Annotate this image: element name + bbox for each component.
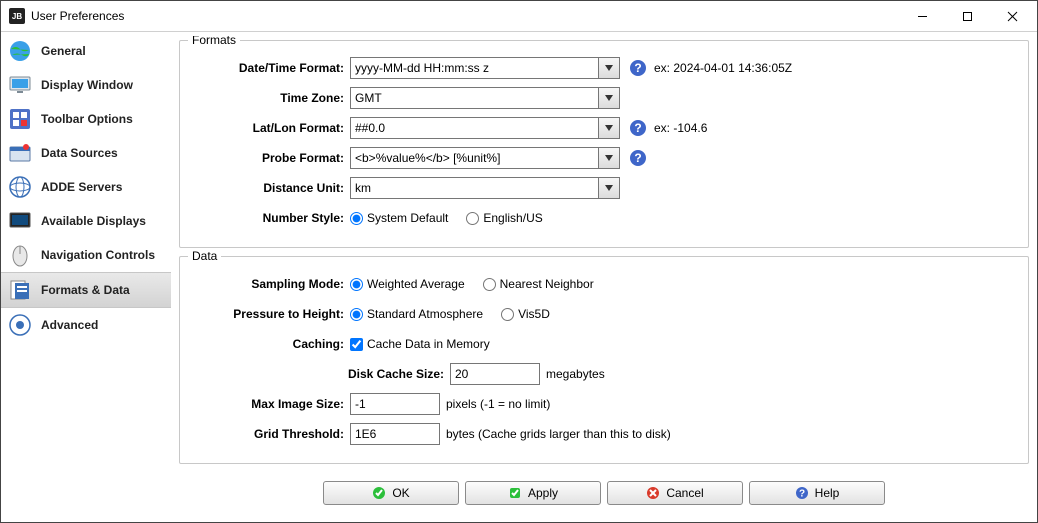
cache-data-checkbox[interactable]: Cache Data in Memory bbox=[350, 337, 490, 351]
pressure-standard-atmosphere[interactable]: Standard Atmosphere bbox=[350, 307, 483, 321]
probe-format-label: Probe Format: bbox=[194, 151, 350, 165]
sidebar-item-label: Toolbar Options bbox=[41, 112, 133, 126]
ok-button[interactable]: OK bbox=[323, 481, 459, 505]
dropdown-button[interactable] bbox=[598, 87, 620, 109]
formats-group: Formats Date/Time Format: ? ex: 2024-04-… bbox=[179, 40, 1029, 248]
database-icon bbox=[7, 140, 33, 166]
dropdown-button[interactable] bbox=[598, 147, 620, 169]
number-style-label: Number Style: bbox=[194, 211, 350, 225]
formats-icon bbox=[7, 277, 33, 303]
max-image-size-suffix: pixels (-1 = no limit) bbox=[446, 397, 550, 411]
example-prefix: ex: bbox=[654, 121, 670, 135]
latlon-format-label: Lat/Lon Format: bbox=[194, 121, 350, 135]
timezone-input[interactable] bbox=[350, 87, 598, 109]
sidebar-item-label: Display Window bbox=[41, 78, 133, 92]
datetime-example: 2024-04-01 14:36:05Z bbox=[673, 61, 792, 75]
data-legend: Data bbox=[188, 249, 221, 263]
max-image-size-label: Max Image Size: bbox=[194, 397, 350, 411]
distance-unit-input[interactable] bbox=[350, 177, 598, 199]
formats-legend: Formats bbox=[188, 36, 240, 47]
datetime-format-label: Date/Time Format: bbox=[194, 61, 350, 75]
sidebar-item-label: Advanced bbox=[41, 318, 98, 332]
sidebar-item-label: General bbox=[41, 44, 86, 58]
distance-unit-combo[interactable] bbox=[350, 177, 620, 199]
dropdown-button[interactable] bbox=[598, 117, 620, 139]
minimize-button[interactable] bbox=[900, 2, 945, 30]
help-icon[interactable]: ? bbox=[628, 58, 648, 78]
distance-unit-label: Distance Unit: bbox=[194, 181, 350, 195]
sidebar: General Display Window Toolbar Options D… bbox=[1, 32, 171, 522]
svg-text:?: ? bbox=[634, 121, 641, 135]
svg-text:?: ? bbox=[799, 489, 805, 500]
pressure-vis5d[interactable]: Vis5D bbox=[501, 307, 550, 321]
help-icon[interactable]: ? bbox=[628, 118, 648, 138]
latlon-format-input[interactable] bbox=[350, 117, 598, 139]
sidebar-item-label: Navigation Controls bbox=[41, 248, 155, 262]
apply-button[interactable]: Apply bbox=[465, 481, 601, 505]
display-icon bbox=[7, 208, 33, 234]
pressure-height-label: Pressure to Height: bbox=[194, 307, 350, 321]
globe-wire-icon bbox=[7, 174, 33, 200]
sidebar-item-available-displays[interactable]: Available Displays bbox=[1, 204, 171, 238]
sidebar-item-label: Data Sources bbox=[41, 146, 118, 160]
datetime-format-combo[interactable] bbox=[350, 57, 620, 79]
mouse-icon bbox=[7, 242, 33, 268]
window-title: User Preferences bbox=[31, 9, 124, 23]
help-button[interactable]: ? Help bbox=[749, 481, 885, 505]
grid-threshold-label: Grid Threshold: bbox=[194, 427, 350, 441]
main-panel: Formats Date/Time Format: ? ex: 2024-04-… bbox=[171, 32, 1037, 522]
sampling-weighted-average[interactable]: Weighted Average bbox=[350, 277, 465, 291]
sampling-mode-label: Sampling Mode: bbox=[194, 277, 350, 291]
dropdown-button[interactable] bbox=[598, 177, 620, 199]
sampling-nearest-neighbor[interactable]: Nearest Neighbor bbox=[483, 277, 594, 291]
sidebar-item-label: Available Displays bbox=[41, 214, 146, 228]
disk-cache-size-suffix: megabytes bbox=[546, 367, 605, 381]
data-group: Data Sampling Mode: Weighted Average Nea… bbox=[179, 256, 1029, 464]
app-icon: JB bbox=[9, 8, 25, 24]
latlon-format-combo[interactable] bbox=[350, 117, 620, 139]
preferences-window: JB User Preferences General bbox=[0, 0, 1038, 523]
sidebar-item-advanced[interactable]: Advanced bbox=[1, 308, 171, 342]
datetime-format-input[interactable] bbox=[350, 57, 598, 79]
sidebar-item-formats-data[interactable]: Formats & Data bbox=[1, 272, 171, 308]
titlebar: JB User Preferences bbox=[1, 1, 1037, 32]
globe-icon bbox=[7, 38, 33, 64]
timezone-combo[interactable] bbox=[350, 87, 620, 109]
toolbar-icon bbox=[7, 106, 33, 132]
grid-threshold-input[interactable] bbox=[350, 423, 440, 445]
help-icon[interactable]: ? bbox=[628, 148, 648, 168]
timezone-label: Time Zone: bbox=[194, 91, 350, 105]
caching-label: Caching: bbox=[194, 337, 350, 351]
sidebar-item-data-sources[interactable]: Data Sources bbox=[1, 136, 171, 170]
dropdown-button[interactable] bbox=[598, 57, 620, 79]
grid-threshold-suffix: bytes (Cache grids larger than this to d… bbox=[446, 427, 671, 441]
sidebar-item-navigation-controls[interactable]: Navigation Controls bbox=[1, 238, 171, 272]
cancel-button[interactable]: Cancel bbox=[607, 481, 743, 505]
svg-text:?: ? bbox=[634, 61, 641, 75]
probe-format-combo[interactable] bbox=[350, 147, 620, 169]
svg-text:?: ? bbox=[634, 151, 641, 165]
sidebar-item-label: ADDE Servers bbox=[41, 180, 122, 194]
number-style-system-default[interactable]: System Default bbox=[350, 211, 448, 225]
close-button[interactable] bbox=[990, 2, 1035, 30]
example-prefix: ex: bbox=[654, 61, 670, 75]
button-bar: OK Apply Cancel ? Help bbox=[175, 472, 1033, 518]
disk-cache-size-input[interactable] bbox=[450, 363, 540, 385]
sidebar-item-label: Formats & Data bbox=[41, 283, 130, 297]
max-image-size-input[interactable] bbox=[350, 393, 440, 415]
sidebar-item-display-window[interactable]: Display Window bbox=[1, 68, 171, 102]
sidebar-item-adde-servers[interactable]: ADDE Servers bbox=[1, 170, 171, 204]
maximize-button[interactable] bbox=[945, 2, 990, 30]
sidebar-item-toolbar-options[interactable]: Toolbar Options bbox=[1, 102, 171, 136]
monitor-icon bbox=[7, 72, 33, 98]
latlon-example: -104.6 bbox=[673, 121, 707, 135]
gear-globe-icon bbox=[7, 312, 33, 338]
number-style-english-us[interactable]: English/US bbox=[466, 211, 542, 225]
probe-format-input[interactable] bbox=[350, 147, 598, 169]
disk-cache-size-label: Disk Cache Size: bbox=[194, 367, 450, 381]
sidebar-item-general[interactable]: General bbox=[1, 34, 171, 68]
